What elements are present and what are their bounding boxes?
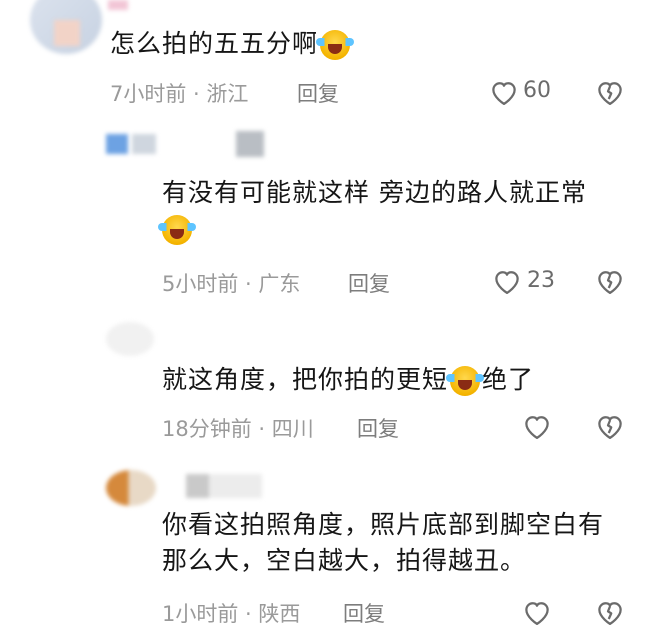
like-count: 60	[523, 78, 551, 103]
heart-outline-icon	[525, 416, 549, 439]
reply-button[interactable]: 回复	[343, 598, 385, 628]
like-button[interactable]	[521, 596, 553, 628]
heart-outline-icon	[495, 271, 519, 294]
comment-meta: 18分钟前 · 四川	[162, 417, 314, 441]
like-count: 23	[527, 268, 555, 293]
avatar[interactable]	[106, 322, 154, 356]
heart-outline-icon	[492, 82, 516, 105]
reply-button[interactable]: 回复	[357, 413, 399, 443]
comment-meta: 7小时前 · 浙江	[110, 82, 249, 106]
avatar-detail	[54, 20, 80, 46]
username-blur	[108, 0, 128, 10]
username-blur	[186, 474, 262, 498]
broken-heart-icon	[598, 271, 622, 294]
dislike-button[interactable]	[594, 265, 626, 297]
laughing-crying-emoji-icon	[446, 366, 485, 396]
comment-text: 怎么拍的五五分啊	[110, 26, 355, 62]
dislike-button[interactable]	[594, 76, 626, 108]
avatar[interactable]	[106, 470, 156, 506]
dislike-button[interactable]	[594, 410, 626, 442]
broken-heart-icon	[598, 416, 622, 439]
laughing-crying-emoji-icon	[158, 215, 196, 246]
reply-button[interactable]: 回复	[348, 268, 390, 298]
dislike-button[interactable]	[594, 596, 626, 628]
laughing-crying-emoji-icon	[316, 30, 355, 60]
comment-text: 就这角度，把你拍的更短 绝了	[162, 365, 535, 396]
comment-text: 有没有可能就这样 旁边的路人就正常	[158, 175, 642, 248]
comment-text: 你看这拍照角度，照片底部到脚空白有 那么大，空白越大，拍得越丑。	[162, 510, 605, 576]
like-button[interactable]	[491, 265, 523, 297]
like-button[interactable]	[488, 76, 520, 108]
broken-heart-icon	[598, 82, 622, 105]
avatar[interactable]	[106, 134, 128, 154]
username-blur	[236, 131, 264, 157]
like-button[interactable]	[521, 410, 553, 442]
reply-button[interactable]: 回复	[297, 78, 339, 108]
heart-outline-icon	[525, 602, 549, 625]
comment-meta: 1小时前 · 陕西	[162, 602, 301, 626]
username-blur	[132, 134, 156, 154]
comment-meta: 5小时前 · 广东	[162, 272, 301, 296]
broken-heart-icon	[598, 602, 622, 625]
